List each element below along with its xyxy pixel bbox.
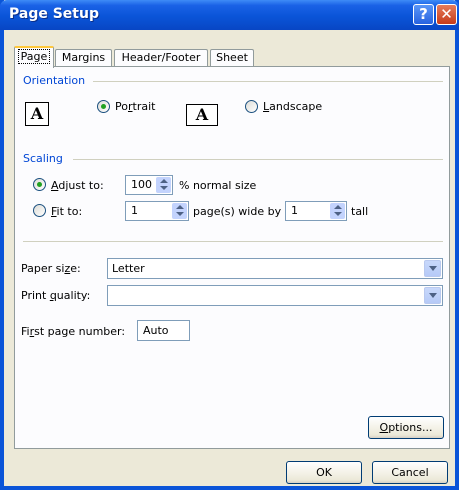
adjust-to-radio[interactable] <box>33 178 46 191</box>
adjust-percent-value: 100 <box>131 178 152 191</box>
fit-to-label[interactable]: Fit to: <box>51 205 82 218</box>
adjust-percent-arrows[interactable] <box>156 177 171 193</box>
page-setup-dialog: Page Setup ? ✕ Page Margins Header/Foote… <box>0 0 459 490</box>
spin-down-icon[interactable] <box>160 186 168 190</box>
scaling-group-label: Scaling <box>23 152 63 165</box>
title-bar[interactable]: Page Setup ? ✕ <box>0 0 459 30</box>
landscape-icon: A <box>186 104 218 126</box>
scaling-divider <box>73 159 443 160</box>
pages-tall-arrows[interactable] <box>330 203 345 219</box>
pages-wide-arrows[interactable] <box>172 203 187 219</box>
paper-size-label: Paper size: <box>21 262 81 275</box>
adjust-to-label[interactable]: Adjust to: <box>51 179 104 192</box>
fit-to-radio[interactable] <box>33 204 46 217</box>
ok-button[interactable]: OK <box>286 461 362 484</box>
spin-up-icon[interactable] <box>334 205 342 209</box>
pages-wide-spinner[interactable]: 1 <box>125 201 189 221</box>
cancel-button[interactable]: Cancel <box>372 461 448 484</box>
tall-label: tall <box>351 205 369 218</box>
pages-tall-spinner[interactable]: 1 <box>285 201 347 221</box>
paper-size-select[interactable]: Letter <box>107 258 443 279</box>
pages-tall-value: 1 <box>291 204 298 217</box>
page-tab-panel: Orientation A Portrait A Landscape Scali… <box>14 66 450 449</box>
pages-wide-by-label: page(s) wide by <box>193 205 282 218</box>
options-button[interactable]: Options... <box>368 416 444 439</box>
adjust-percent-spinner[interactable]: 100 <box>125 175 173 195</box>
window-title: Page Setup <box>9 6 99 22</box>
paper-size-value: Letter <box>112 262 145 275</box>
adjust-to-radio-dot <box>37 182 42 187</box>
close-button[interactable]: ✕ <box>436 4 457 25</box>
tab-margins[interactable]: Margins <box>55 49 112 67</box>
portrait-radio-dot <box>101 104 106 109</box>
portrait-label[interactable]: Portrait <box>115 100 155 113</box>
pages-wide-value: 1 <box>131 204 138 217</box>
orientation-group-label: Orientation <box>23 74 86 87</box>
spin-down-icon[interactable] <box>334 212 342 216</box>
portrait-icon: A <box>25 102 49 126</box>
section-divider <box>23 241 443 242</box>
spin-down-icon[interactable] <box>176 212 184 216</box>
chevron-down-icon[interactable] <box>424 287 441 304</box>
tab-page[interactable]: Page <box>14 46 54 68</box>
portrait-radio[interactable] <box>97 100 110 113</box>
print-quality-label: Print quality: <box>21 289 91 302</box>
help-button[interactable]: ? <box>413 4 434 25</box>
spin-up-icon[interactable] <box>160 179 168 183</box>
print-quality-select[interactable] <box>107 285 443 306</box>
landscape-label[interactable]: Landscape <box>263 100 322 113</box>
spin-up-icon[interactable] <box>176 205 184 209</box>
first-page-number-input[interactable]: Auto <box>137 320 190 341</box>
chevron-down-icon[interactable] <box>424 260 441 277</box>
tab-sheet[interactable]: Sheet <box>210 49 254 67</box>
landscape-radio[interactable] <box>245 100 258 113</box>
orientation-divider <box>93 81 443 82</box>
normal-size-label: % normal size <box>179 179 257 192</box>
first-page-number-label: First page number: <box>21 325 126 338</box>
first-page-number-value: Auto <box>143 324 169 337</box>
tab-header-footer[interactable]: Header/Footer <box>114 49 208 67</box>
